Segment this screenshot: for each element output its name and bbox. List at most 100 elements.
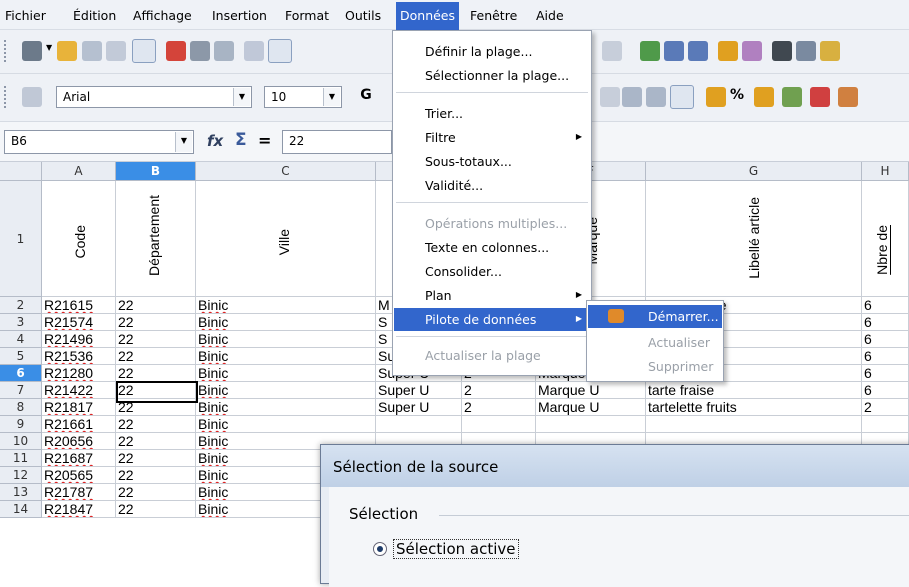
undo-icon[interactable] <box>602 41 622 61</box>
select-all-corner[interactable] <box>0 162 42 181</box>
sort-ascending-icon[interactable] <box>664 41 684 61</box>
menu-item-pilote-de-donnees[interactable]: Pilote de données ▶ <box>394 308 590 331</box>
styles-icon[interactable] <box>22 87 42 107</box>
table-cell[interactable]: 22 <box>116 297 196 314</box>
row-header-5[interactable]: 5 <box>0 348 42 365</box>
table-cell[interactable]: R21687 <box>42 450 116 467</box>
active-selection-label[interactable]: Sélection active <box>393 539 519 559</box>
table-cell[interactable]: 6 <box>862 314 909 331</box>
print-preview-icon[interactable] <box>214 41 234 61</box>
align-top-icon[interactable] <box>622 87 642 107</box>
table-cell[interactable]: Binic <box>196 348 376 365</box>
table-cell[interactable] <box>462 416 536 433</box>
table-cell[interactable]: R21817 <box>42 399 116 416</box>
table-cell[interactable] <box>376 416 462 433</box>
table-cell[interactable]: R21536 <box>42 348 116 365</box>
menu-item-plan[interactable]: Plan ▶ <box>394 284 590 307</box>
align-center-vertical-icon[interactable] <box>646 87 666 107</box>
table-cell[interactable]: R21280 <box>42 365 116 382</box>
currency-icon[interactable] <box>706 87 726 107</box>
name-box[interactable]: B6 ▼ <box>4 130 194 154</box>
table-cell[interactable]: tartelette fruits <box>646 399 862 416</box>
cell-a1[interactable]: Code <box>42 181 116 297</box>
table-cell[interactable] <box>536 416 646 433</box>
column-header-a[interactable]: A <box>42 162 116 181</box>
font-name-combo[interactable]: Arial ▼ <box>56 86 252 108</box>
table-cell[interactable]: tarte fraise <box>646 382 862 399</box>
menu-fenetre[interactable]: Fenêtre <box>470 8 517 23</box>
table-cell[interactable]: Super U <box>376 399 462 416</box>
column-header-b[interactable]: B <box>116 162 196 181</box>
font-size-combo[interactable]: 10 ▼ <box>264 86 342 108</box>
navigator-icon[interactable] <box>796 41 816 61</box>
table-cell[interactable]: Binic <box>196 365 376 382</box>
table-cell[interactable]: R21847 <box>42 501 116 518</box>
table-cell[interactable]: 22 <box>116 433 196 450</box>
table-cell[interactable]: 6 <box>862 382 909 399</box>
print-icon[interactable] <box>190 41 210 61</box>
export-pdf-icon[interactable] <box>166 41 186 61</box>
row-header-10[interactable]: 10 <box>0 433 42 450</box>
column-header-c[interactable]: C <box>196 162 376 181</box>
chevron-down-icon[interactable]: ▼ <box>323 88 340 106</box>
table-cell[interactable]: R20565 <box>42 467 116 484</box>
row-header-14[interactable]: 14 <box>0 501 42 518</box>
table-cell[interactable]: 22 <box>116 348 196 365</box>
table-cell[interactable]: 22 <box>116 365 196 382</box>
cell-g1[interactable]: Libellé article <box>646 181 862 297</box>
cell-c1[interactable]: Ville <box>196 181 376 297</box>
row-header-9[interactable]: 9 <box>0 416 42 433</box>
table-cell[interactable]: 2 <box>462 399 536 416</box>
table-cell[interactable]: R21615 <box>42 297 116 314</box>
table-cell[interactable]: 6 <box>862 297 909 314</box>
menu-item-validite[interactable]: Validité... <box>394 174 590 197</box>
cell-b1[interactable]: Département <box>116 181 196 297</box>
spellcheck-icon[interactable] <box>244 41 264 61</box>
table-cell[interactable]: Super U <box>376 382 462 399</box>
table-cell[interactable]: Binic <box>196 314 376 331</box>
sort-descending-icon[interactable] <box>688 41 708 61</box>
table-cell[interactable]: 22 <box>116 314 196 331</box>
row-header-11[interactable]: 11 <box>0 450 42 467</box>
find-icon[interactable] <box>772 41 792 61</box>
row-header-12[interactable]: 12 <box>0 467 42 484</box>
table-cell[interactable]: 6 <box>862 365 909 382</box>
row-header-1[interactable]: 1 <box>0 181 42 297</box>
table-cell[interactable]: Binic <box>196 416 376 433</box>
table-cell[interactable]: Binic <box>196 331 376 348</box>
table-cell[interactable]: R21422 <box>42 382 116 399</box>
row-header-8[interactable]: 8 <box>0 399 42 416</box>
menu-item-selectionner-plage[interactable]: Sélectionner la plage... <box>394 64 590 87</box>
chevron-down-icon[interactable]: ▼ <box>233 88 250 106</box>
column-header-h[interactable]: H <box>862 162 909 181</box>
table-cell[interactable]: Binic <box>196 382 376 399</box>
table-cell[interactable]: 2 <box>462 382 536 399</box>
function-wizard-icon[interactable]: fx <box>207 132 223 150</box>
save-icon[interactable] <box>82 41 102 61</box>
table-cell[interactable]: Marque U <box>536 382 646 399</box>
table-cell[interactable]: R20656 <box>42 433 116 450</box>
email-icon[interactable] <box>106 41 126 61</box>
delete-decimal-icon[interactable] <box>810 87 830 107</box>
formula-input[interactable]: 22 <box>282 130 392 154</box>
edit-mode-icon[interactable] <box>132 39 156 63</box>
table-cell[interactable]: 22 <box>116 331 196 348</box>
chevron-down-icon[interactable]: ▼ <box>46 43 54 63</box>
row-header-7[interactable]: 7 <box>0 382 42 399</box>
align-justify-icon[interactable] <box>600 87 620 107</box>
table-cell[interactable]: 22 <box>116 450 196 467</box>
menu-item-sous-totaux[interactable]: Sous-totaux... <box>394 150 590 173</box>
hyperlink-icon[interactable] <box>640 41 660 61</box>
table-cell[interactable]: 2 <box>862 399 909 416</box>
toolbar-grip[interactable] <box>4 40 12 62</box>
draw-icon[interactable] <box>742 41 762 61</box>
table-cell[interactable]: 6 <box>862 348 909 365</box>
table-cell[interactable]: R21496 <box>42 331 116 348</box>
table-cell[interactable] <box>862 416 909 433</box>
menu-item-texte-en-colonnes[interactable]: Texte en colonnes... <box>394 236 590 259</box>
menu-donnees[interactable]: Données <box>396 2 460 30</box>
menu-item-filtre[interactable]: Filtre ▶ <box>394 126 590 149</box>
auto-spellcheck-icon[interactable] <box>268 39 292 63</box>
new-document-icon[interactable] <box>22 41 42 61</box>
table-cell[interactable]: 22 <box>116 416 196 433</box>
